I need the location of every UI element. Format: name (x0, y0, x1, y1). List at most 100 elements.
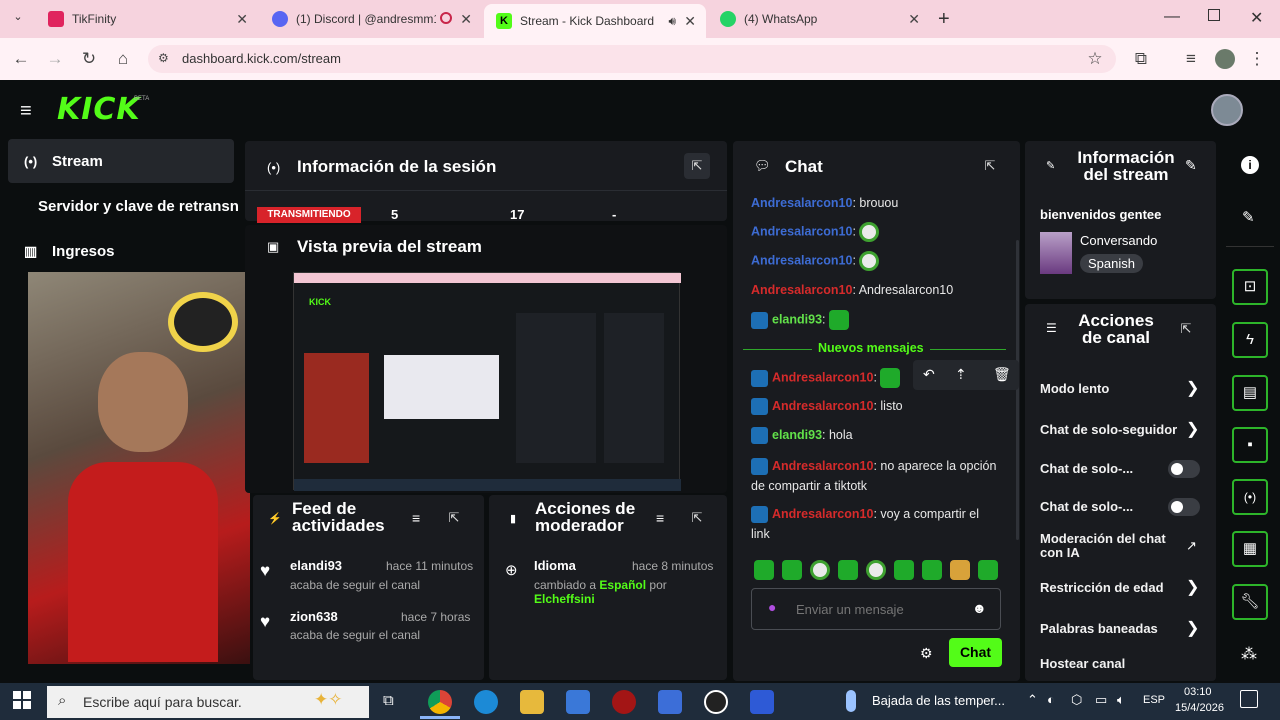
emote-icon[interactable] (810, 560, 830, 580)
clock-date[interactable]: 15/4/2026 (1175, 702, 1224, 714)
mail-icon[interactable] (658, 690, 682, 714)
close-window-button[interactable]: ✕ (1250, 8, 1263, 28)
chevron-right-icon[interactable]: ❯ (1186, 618, 1199, 638)
media-icon[interactable]: ≡ (1178, 46, 1204, 72)
speaker-icon[interactable]: 🔊︎ (668, 14, 676, 29)
chat-icon[interactable]: ▪ (1232, 427, 1268, 463)
notifications-icon[interactable] (1240, 690, 1258, 708)
store-icon[interactable] (566, 690, 590, 714)
profile-avatar[interactable] (1215, 49, 1235, 69)
app-icon[interactable] (750, 690, 774, 714)
kick-logo[interactable]: KICK (57, 92, 141, 127)
category-name[interactable]: Conversando (1080, 233, 1157, 248)
filter-icon[interactable]: ≡ (412, 510, 420, 526)
category-thumbnail[interactable] (1040, 232, 1072, 274)
emote-icon[interactable] (866, 560, 886, 580)
chat-message-input[interactable] (796, 597, 966, 621)
emote-icon[interactable] (838, 560, 858, 580)
back-icon[interactable]: ← (8, 46, 34, 72)
close-tab-icon[interactable]: ✕ (460, 11, 472, 28)
chrome-icon[interactable] (428, 690, 452, 714)
tab-discord[interactable]: (1) Discord | @andresmm15 ✕ (260, 0, 482, 38)
stream-preview-video[interactable]: KICK (293, 272, 681, 491)
lightning-icon[interactable]: ϟ (1232, 322, 1268, 358)
settings-gear-icon[interactable]: ⚙ (920, 645, 933, 662)
external-link-icon[interactable]: ↗ (1186, 538, 1197, 554)
menu-dots-icon[interactable]: ⋮ (1244, 46, 1270, 72)
emote-icon[interactable] (978, 560, 998, 580)
maximize-button[interactable] (1208, 9, 1220, 21)
expand-icon[interactable]: ⇱ (1173, 316, 1199, 342)
expand-icon[interactable]: ⇱ (684, 153, 710, 179)
feed-user[interactable]: zion638 (290, 609, 338, 624)
action-ai-moderation[interactable]: Moderación del chat con IA (1040, 532, 1182, 560)
tab-kick-dashboard[interactable]: K Stream - Kick Dashboard 🔊︎ ✕ (484, 4, 706, 38)
app-icon[interactable] (612, 690, 636, 714)
reply-icon[interactable]: ↶ (923, 366, 935, 383)
wrench-icon[interactable]: 🔧︎ (1232, 584, 1268, 620)
tray-icon[interactable]: ⬡ (1071, 692, 1082, 708)
camera-focus-icon[interactable]: ⊡ (1232, 269, 1268, 305)
pencil-icon[interactable]: ✎ (1242, 208, 1255, 226)
tray-chevron-icon[interactable]: ⌃ (1027, 692, 1038, 708)
delete-icon[interactable]: 🗑︎ (993, 366, 1011, 383)
action-banned-words[interactable]: Palabras baneadas (1040, 621, 1158, 636)
chat-solo-toggle[interactable] (1168, 498, 1200, 516)
chat-scrollbar[interactable] (1016, 240, 1019, 540)
clock-time[interactable]: 03:10 (1184, 686, 1212, 698)
info-icon[interactable]: i (1241, 156, 1259, 174)
layout-icon[interactable]: ▦ (1232, 531, 1268, 567)
sidebar-item-stream[interactable]: (•) Stream (8, 139, 234, 183)
chat-username[interactable]: Andresalarcon10 (751, 224, 852, 238)
tab-search-icon[interactable]: ⌄ (8, 10, 28, 28)
reload-icon[interactable]: ↻ (76, 46, 102, 72)
forward-icon[interactable]: → (42, 46, 68, 72)
file-explorer-icon[interactable] (520, 690, 544, 714)
expand-icon[interactable]: ⇱ (977, 153, 1003, 179)
chat-username[interactable]: Andresalarcon10 (751, 253, 852, 267)
expand-icon[interactable]: ⇱ (684, 505, 710, 531)
volume-icon[interactable]: 🔈︎ (1117, 692, 1125, 708)
emote-icon[interactable] (922, 560, 942, 580)
emote-icon[interactable] (754, 560, 774, 580)
windows-start-icon[interactable] (13, 691, 31, 709)
emoji-icon[interactable]: ☻ (972, 600, 987, 616)
emote-icon[interactable] (950, 560, 970, 580)
emote-icon[interactable] (782, 560, 802, 580)
chat-username[interactable]: elandi93 (772, 428, 822, 442)
notes-icon[interactable]: ▤ (1232, 375, 1268, 411)
obs-icon[interactable] (704, 690, 728, 714)
weather-text[interactable]: Bajada de las temper... (872, 693, 1005, 708)
chat-username[interactable]: Andresalarcon10 (772, 459, 873, 473)
action-slow-mode[interactable]: Modo lento (1040, 381, 1109, 396)
chat-username[interactable]: Andresalarcon10 (751, 283, 852, 297)
broadcast-icon[interactable]: (•) (1232, 479, 1268, 515)
chat-username[interactable]: Andresalarcon10 (772, 507, 873, 521)
tab-whatsapp[interactable]: (4) WhatsApp ✕ (708, 0, 930, 38)
sidebar-item-ingresos[interactable]: ▥ Ingresos (8, 229, 234, 273)
chat-username[interactable]: Andresalarcon10 (772, 370, 873, 384)
url-field[interactable]: dashboard.kick.com/stream (148, 45, 1116, 73)
action-host-channel[interactable]: Hostear canal (1040, 656, 1125, 671)
site-info-icon[interactable]: ⚙ (158, 51, 169, 65)
task-view-icon[interactable]: ⧉ (383, 692, 394, 709)
close-tab-icon[interactable]: ✕ (908, 11, 920, 28)
emote-icon[interactable] (894, 560, 914, 580)
minimize-button[interactable]: — (1164, 8, 1180, 26)
new-tab-button[interactable]: + (938, 8, 950, 31)
user-avatar[interactable] (1211, 94, 1243, 126)
chevron-right-icon[interactable]: ❯ (1186, 419, 1199, 439)
edit-icon[interactable]: ✎ (1185, 157, 1197, 174)
feed-user[interactable]: elandi93 (290, 558, 342, 573)
send-chat-button[interactable]: Chat (949, 638, 1002, 667)
tray-icon[interactable]: ◐ (1047, 692, 1055, 707)
close-tab-icon[interactable]: ✕ (236, 11, 248, 28)
action-followers-chat[interactable]: Chat de solo-seguidor (1040, 422, 1178, 437)
action-age-restriction[interactable]: Restricción de edad (1040, 580, 1164, 595)
network-icon[interactable]: ▭ (1095, 692, 1107, 708)
chat-username[interactable]: elandi93 (772, 312, 822, 326)
extensions-icon[interactable]: ⧉ (1128, 46, 1154, 72)
keyboard-language[interactable]: ESP (1143, 694, 1165, 706)
tab-tikfinity[interactable]: TikFinity ✕ (36, 0, 258, 38)
edge-icon[interactable] (474, 690, 498, 714)
